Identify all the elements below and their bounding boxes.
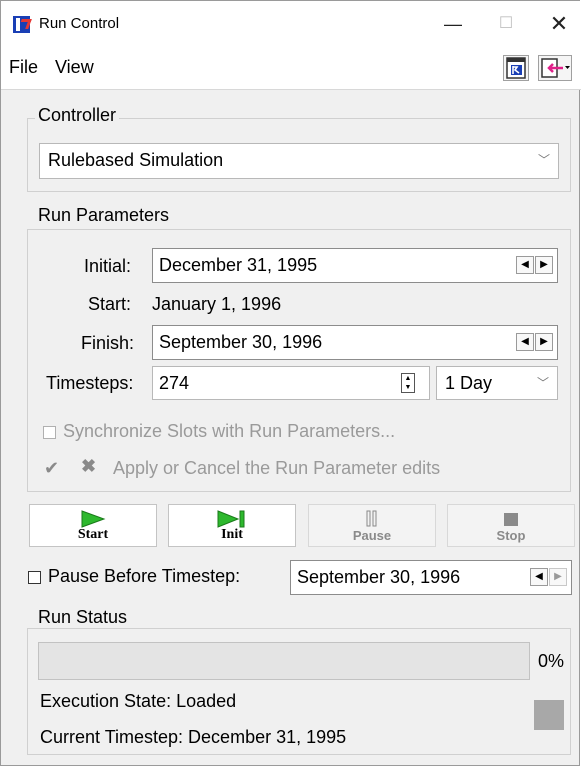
start-button-label: Start <box>77 527 109 542</box>
menu-file[interactable]: File <box>9 57 38 78</box>
run-icon-button[interactable] <box>503 55 529 81</box>
controller-select[interactable]: Rulebased Simulation ﹀ <box>39 143 559 179</box>
status-indicator <box>534 700 564 730</box>
pink-arrow-icon <box>541 58 570 78</box>
pause-icon <box>366 510 377 527</box>
apply-check-icon[interactable]: ✔ <box>44 458 59 479</box>
cancel-x-icon[interactable]: ✖ <box>81 456 96 477</box>
pause-before-label: Pause Before Timestep: <box>48 566 241 586</box>
controller-select-value: Rulebased Simulation <box>48 150 224 170</box>
menu-view[interactable]: View <box>55 57 94 78</box>
run-control-window: Run Control — ☐ ✕ File View Controller R… <box>0 0 581 766</box>
chevron-down-icon: ﹀ <box>537 153 550 167</box>
finish-date-value: September 30, 1996 <box>159 332 323 352</box>
pause-next-arrow-icon[interactable]: ▶ <box>549 568 567 586</box>
run-status-group-title: Run Status <box>35 607 131 628</box>
controller-group-title: Controller <box>35 105 120 126</box>
start-button[interactable]: Start <box>29 504 157 547</box>
pause-before-date-value: September 30, 1996 <box>297 567 461 587</box>
timesteps-label: Timesteps: <box>46 373 134 393</box>
initial-date-field[interactable]: December 31, 1995 ◀ ▶ <box>152 248 558 283</box>
close-button[interactable]: ✕ <box>539 9 579 39</box>
run-icon <box>506 57 526 79</box>
output-menu-button[interactable] <box>538 55 572 81</box>
timesteps-value: 274 <box>159 373 190 393</box>
timestep-unit-value: 1 Day <box>445 373 493 393</box>
init-button[interactable]: Init <box>168 504 296 547</box>
window-title: Run Control <box>39 15 120 32</box>
pause-before-date-field[interactable]: September 30, 1996 ◀ ▶ <box>290 560 572 595</box>
stop-button-label: Stop <box>496 528 526 543</box>
sync-slots-checkbox[interactable] <box>43 426 56 439</box>
finish-date-field[interactable]: September 30, 1996 ◀ ▶ <box>152 325 558 360</box>
initial-next-arrow-icon[interactable]: ▶ <box>535 256 553 274</box>
pause-button-label: Pause <box>352 528 392 543</box>
maximize-button[interactable]: ☐ <box>486 9 526 39</box>
current-timestep: Current Timestep: December 31, 1995 <box>40 727 347 747</box>
finish-label: Finish: <box>81 333 135 353</box>
riverware-app-icon <box>13 16 30 33</box>
menu-bar: File View <box>1 47 581 90</box>
sync-slots-label: Synchronize Slots with Run Parameters... <box>63 421 396 441</box>
pause-prev-arrow-icon[interactable]: ◀ <box>530 568 548 586</box>
initial-prev-arrow-icon[interactable]: ◀ <box>516 256 534 274</box>
timestep-unit-select[interactable]: 1 Day ﹀ <box>436 366 558 400</box>
finish-next-arrow-icon[interactable]: ▶ <box>535 333 553 351</box>
execution-state: Execution State: Loaded <box>40 691 237 711</box>
apply-cancel-label: Apply or Cancel the Run Parameter edits <box>113 458 441 478</box>
finish-prev-arrow-icon[interactable]: ◀ <box>516 333 534 351</box>
start-label: Start: <box>88 294 132 314</box>
pause-button[interactable]: Pause <box>308 504 436 547</box>
stop-button[interactable]: Stop <box>447 504 575 547</box>
spinner-icon[interactable]: ▲ ▼ <box>401 373 415 393</box>
run-progress-bar <box>38 642 530 680</box>
play-icon <box>81 510 106 528</box>
chevron-down-icon: ﹀ <box>536 376 549 390</box>
run-parameters-group-title: Run Parameters <box>35 205 173 226</box>
initial-date-value: December 31, 1995 <box>159 255 318 275</box>
title-bar: Run Control — ☐ ✕ <box>1 1 581 47</box>
initial-label: Initial: <box>84 256 132 276</box>
step-init-icon <box>217 510 245 528</box>
stop-icon <box>504 513 518 526</box>
timesteps-spinbox[interactable]: 274 ▲ ▼ <box>152 366 430 400</box>
init-button-label: Init <box>221 527 243 542</box>
minimize-button[interactable]: — <box>433 9 473 39</box>
start-value: January 1, 1996 <box>152 294 282 314</box>
pause-before-checkbox[interactable] <box>28 571 41 584</box>
progress-percent: 0% <box>538 651 565 671</box>
